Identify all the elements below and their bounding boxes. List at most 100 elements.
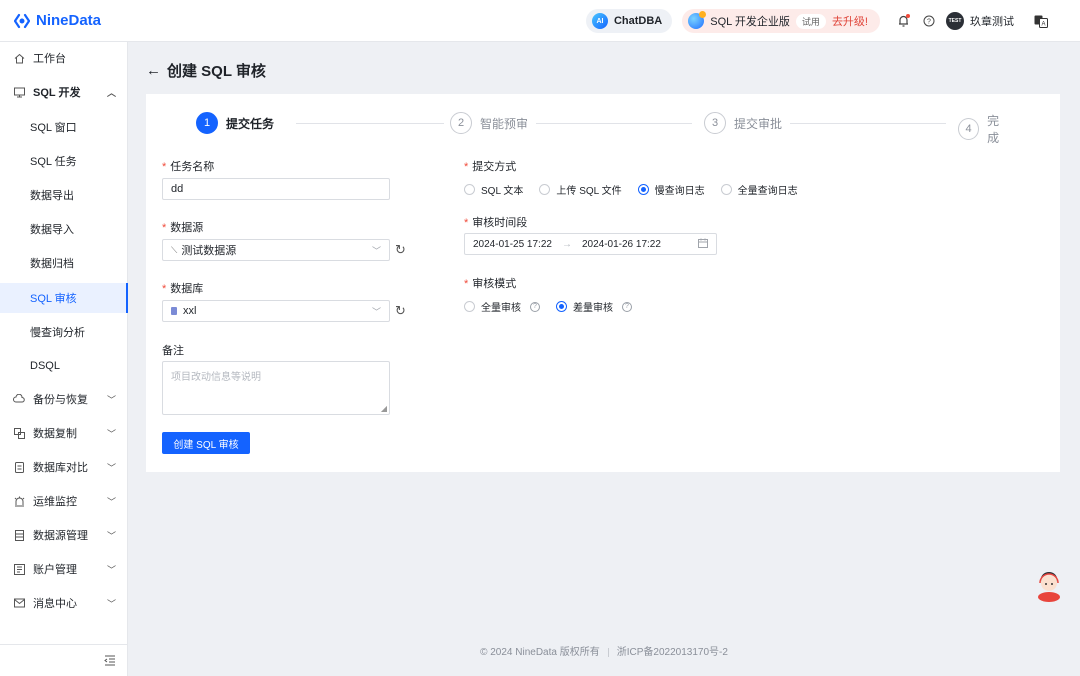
question-circle-icon[interactable]: ? xyxy=(622,301,632,312)
sidebar-item-sql-window[interactable]: SQL 窗口 xyxy=(0,112,128,142)
step-number: 1 xyxy=(196,112,218,134)
user-menu[interactable]: TEST 玖章测试 xyxy=(946,12,1014,30)
step-number: 3 xyxy=(704,112,726,134)
back-arrow-icon[interactable]: ← xyxy=(146,62,161,79)
assistant-avatar-icon xyxy=(1038,572,1060,602)
help-button[interactable]: ? xyxy=(916,8,942,34)
label-text: 提交方式 xyxy=(472,161,517,173)
step-label: 提交审批 xyxy=(734,116,783,131)
translate-icon: A xyxy=(1034,15,1048,28)
notification-button[interactable] xyxy=(890,8,916,34)
remark-textarea[interactable]: 项目改动信息等说明 ◢ xyxy=(162,361,390,415)
sidebar-item-workbench[interactable]: 工作台 xyxy=(0,43,128,73)
page-footer: © 2024 NineData 版权所有 浙ICP备2022013170号-2 xyxy=(128,643,1080,658)
bell-icon xyxy=(898,15,908,27)
datasource-type-icon: ⟍ xyxy=(171,244,178,255)
step-label: 智能预审 xyxy=(480,116,529,131)
language-switch-button[interactable]: A xyxy=(1028,8,1054,34)
label-text: 审核时间段 xyxy=(472,217,528,229)
trial-badge: 试用 xyxy=(795,13,826,29)
support-assistant-button[interactable] xyxy=(1034,568,1064,602)
datasource-select[interactable]: ⟍ 测试数据源 ﹀ xyxy=(162,239,390,261)
time-range-picker[interactable]: 2024-01-25 17:22 → 2024-01-26 17:22 xyxy=(464,233,717,255)
chevron-down-icon: ﹀ xyxy=(106,530,116,541)
sidebar-item-sql-audit[interactable]: SQL 审核 xyxy=(0,283,128,313)
submit-mode-radio-group: SQL 文本 上传 SQL 文件 慢查询日志 全量查询日志 xyxy=(464,182,814,197)
database-refresh-icon[interactable]: ↻ xyxy=(395,303,406,319)
task-name-input[interactable]: dd xyxy=(162,178,390,200)
upgrade-link[interactable]: 去升级! xyxy=(832,13,868,29)
sidebar-item-data-export[interactable]: 数据导出 xyxy=(0,180,128,210)
remark-label: 备注 xyxy=(162,345,184,357)
chevron-down-icon: ﹀ xyxy=(106,394,116,405)
chatdba-button[interactable]: AI ChatDBA xyxy=(585,9,673,33)
datasource-value: 测试数据源 xyxy=(181,245,237,257)
sidebar-item-dsql[interactable]: DSQL xyxy=(0,351,128,381)
cloud-icon xyxy=(13,393,25,405)
chevron-down-icon: ﹀ xyxy=(106,428,116,439)
radio-full-query-log[interactable]: 全量查询日志 xyxy=(720,182,798,197)
collapse-sidebar-icon[interactable] xyxy=(104,654,116,669)
step-label: 提交任务 xyxy=(226,116,275,131)
sidebar-item-datasource-mgmt[interactable]: 数据源管理 ﹀ xyxy=(0,520,128,550)
sidebar-item-db-compare[interactable]: 数据库对比 ﹀ xyxy=(0,452,128,482)
sidebar-item-monitoring[interactable]: 运维监控 ﹀ xyxy=(0,486,128,516)
sidebar-item-data-archive[interactable]: 数据归档 xyxy=(0,248,128,278)
label-text: 数据源 xyxy=(170,222,204,234)
stepper: 1 提交任务 2 智能预审 3 提交审批 4 完成 xyxy=(196,112,1010,145)
required-mark: * xyxy=(464,161,469,173)
form-card: 1 提交任务 2 智能预审 3 提交审批 4 完成 * 任务名称 dd * 数据源 … xyxy=(146,94,1060,472)
sidebar-item-label: 数据归档 xyxy=(30,258,74,270)
step-connector xyxy=(790,123,946,124)
task-name-label: * 任务名称 xyxy=(162,158,214,174)
chevron-down-icon: ﹀ xyxy=(106,564,116,575)
radio-sql-text[interactable]: SQL 文本 xyxy=(464,182,523,197)
radio-upload-sql-file[interactable]: 上传 SQL 文件 xyxy=(539,182,622,197)
sidebar-item-label: 消息中心 xyxy=(33,598,77,610)
radio-label: 上传 SQL 文件 xyxy=(556,186,622,197)
radio-circle xyxy=(464,301,475,312)
sidebar-item-label: 数据源管理 xyxy=(33,530,88,542)
time-end[interactable]: 2024-01-26 17:22 xyxy=(582,239,661,250)
account-icon xyxy=(13,563,25,575)
radio-label: SQL 文本 xyxy=(481,186,524,197)
radio-label: 全量审核 xyxy=(481,303,521,314)
submit-mode-label: * 提交方式 xyxy=(464,158,516,174)
sidebar-item-sql-dev[interactable]: SQL 开发 ︿ xyxy=(0,77,128,107)
radio-slow-query-log[interactable]: 慢查询日志 xyxy=(637,182,705,197)
database-icon xyxy=(13,529,25,541)
home-icon xyxy=(13,52,25,64)
sidebar-item-sql-task[interactable]: SQL 任务 xyxy=(0,146,128,176)
sidebar-item-data-import[interactable]: 数据导入 xyxy=(0,214,128,244)
label-text: 审核模式 xyxy=(472,278,517,290)
sidebar-item-slow-query[interactable]: 慢查询分析 xyxy=(0,317,128,347)
radio-diff-audit[interactable]: 差量审核? xyxy=(556,299,632,314)
question-circle-icon[interactable]: ? xyxy=(530,301,540,312)
range-arrow-icon: → xyxy=(561,238,572,250)
step-submit-task: 1 提交任务 xyxy=(196,112,274,134)
database-select[interactable]: xxl ﹀ xyxy=(162,300,390,322)
resize-handle-icon[interactable]: ◢ xyxy=(381,404,387,413)
sidebar-item-replication[interactable]: 数据复制 ﹀ xyxy=(0,418,128,448)
radio-circle xyxy=(556,301,567,312)
copyright-text: © 2024 NineData 版权所有 xyxy=(480,647,600,658)
time-start[interactable]: 2024-01-25 17:22 xyxy=(473,239,552,250)
sidebar-item-account-mgmt[interactable]: 账户管理 ﹀ xyxy=(0,554,128,584)
step-number: 2 xyxy=(450,112,472,134)
alarm-icon xyxy=(13,495,25,507)
database-label: * 数据库 xyxy=(162,280,203,296)
sidebar-item-label: 备份与恢复 xyxy=(33,394,88,406)
mail-icon xyxy=(13,597,25,609)
chatdba-label: ChatDBA xyxy=(613,15,663,27)
sidebar-item-messages[interactable]: 消息中心 ﹀ xyxy=(0,588,128,618)
datasource-refresh-icon[interactable]: ↻ xyxy=(395,242,406,258)
step-connector xyxy=(296,123,444,124)
chevron-down-icon: ﹀ xyxy=(371,306,381,317)
sidebar-item-backup[interactable]: 备份与恢复 ﹀ xyxy=(0,384,128,414)
step-complete: 4 完成 xyxy=(958,112,1010,146)
ninedata-logo[interactable]: NineData xyxy=(14,12,101,29)
icp-link[interactable]: 浙ICP备2022013170号-2 xyxy=(617,647,728,658)
svg-text:?: ? xyxy=(927,19,931,26)
radio-full-audit[interactable]: 全量审核? xyxy=(464,299,540,314)
create-sql-audit-button[interactable]: 创建 SQL 审核 xyxy=(162,432,250,454)
